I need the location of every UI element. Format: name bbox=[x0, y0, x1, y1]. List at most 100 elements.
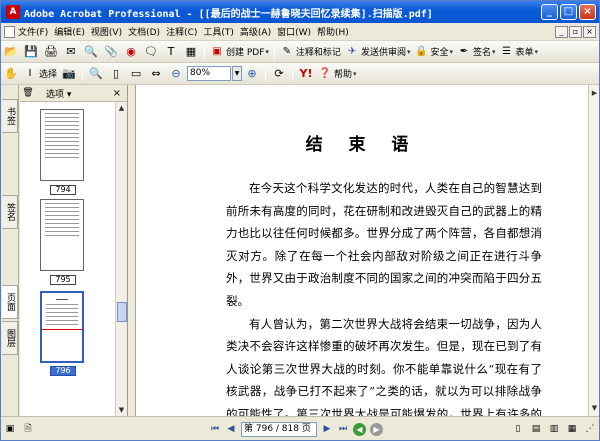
pane-splitter[interactable] bbox=[128, 85, 136, 416]
document-menu-icon[interactable] bbox=[4, 25, 15, 38]
save-icon[interactable]: 💾 bbox=[22, 43, 40, 61]
document-window-controls: _ ▫ × bbox=[555, 25, 596, 38]
security-button[interactable]: 🔒 安全 ▾ bbox=[412, 43, 455, 61]
menu-view[interactable]: 视图(V) bbox=[88, 25, 125, 38]
text-edit-icon[interactable]: T bbox=[162, 43, 180, 61]
zoom-tool-icon[interactable]: 🔍 bbox=[87, 65, 105, 83]
file-toolbar: 📂 💾 🖨 ✉ 🔍 📎 ◉ 🗨 T ▦ ▣ 创建 PDF ▾ ✎ 注释和标记 ✈ … bbox=[1, 41, 599, 63]
previous-page-icon[interactable]: ◀ bbox=[223, 421, 239, 437]
help-icon: ❓ bbox=[318, 68, 332, 79]
doc-close-button[interactable]: × bbox=[583, 25, 596, 38]
minimize-button[interactable]: _ bbox=[541, 4, 558, 20]
menu-advanced[interactable]: 高级(A) bbox=[237, 25, 274, 38]
page-thumbnail-selected[interactable] bbox=[40, 291, 84, 363]
page-view-icon[interactable]: ▣ bbox=[3, 422, 17, 436]
sign-button[interactable]: ✒ 签名 ▾ bbox=[455, 43, 498, 61]
continuous-icon[interactable]: ▤ bbox=[529, 422, 543, 436]
fit-page-icon[interactable]: ▭ bbox=[127, 65, 145, 83]
zoom-dropdown-icon[interactable]: ▼ bbox=[232, 66, 243, 81]
attach-icon[interactable]: 📎 bbox=[102, 43, 120, 61]
next-page-icon[interactable]: ▶ bbox=[319, 421, 335, 437]
snapshot-icon[interactable]: 📷 bbox=[60, 65, 78, 83]
create-pdf-button[interactable]: ▣ 创建 PDF ▾ bbox=[208, 43, 271, 61]
window-title: Adobe Acrobat Professional - [[最后的战士一赫鲁晓… bbox=[24, 8, 433, 20]
doc-restore-button[interactable]: ▫ bbox=[569, 25, 582, 38]
comment-icon: ✎ bbox=[282, 46, 292, 57]
rotate-view-icon[interactable]: ⟳ bbox=[270, 65, 288, 83]
fit-width-icon[interactable]: ⇔ bbox=[147, 65, 165, 83]
page-number-input[interactable]: 第 796 / 818 页 bbox=[241, 421, 317, 437]
text-cursor-icon: I bbox=[28, 68, 32, 79]
delete-page-icon[interactable]: 🗑 bbox=[21, 84, 35, 102]
last-page-icon[interactable]: ⏭ bbox=[335, 421, 351, 437]
tab-bookmarks[interactable]: 书签 bbox=[2, 99, 18, 133]
tab-signatures[interactable]: 签名 bbox=[2, 195, 18, 229]
navigation-tabs: 书签 签名 页面 图层 bbox=[1, 85, 19, 416]
scroll-up-icon[interactable]: ▶ bbox=[589, 87, 599, 99]
chevron-down-icon: ▾ bbox=[406, 47, 411, 56]
first-page-icon[interactable]: ⏮ bbox=[207, 421, 223, 437]
scrollbar-thumb[interactable] bbox=[117, 302, 127, 322]
options-button[interactable]: 选项 ▾ bbox=[46, 87, 71, 100]
comment-markup-button[interactable]: ✎ 注释和标记 bbox=[278, 43, 343, 61]
chevron-down-icon: ▾ bbox=[534, 47, 539, 56]
menu-document[interactable]: 文档(D) bbox=[125, 25, 163, 38]
callout-icon[interactable]: 🗨 bbox=[142, 43, 160, 61]
menu-bar: 文件(F) 编辑(E) 视图(V) 文档(D) 注释(C) 工具(T) 高级(A… bbox=[1, 23, 599, 41]
next-view-icon[interactable]: ▶ bbox=[370, 422, 383, 436]
send-review-icon: ✈ bbox=[347, 46, 357, 57]
search-icon[interactable]: 🔍 bbox=[82, 43, 100, 61]
send-review-button[interactable]: ✈ 发送供审阅 ▾ bbox=[343, 43, 413, 61]
tab-layers[interactable]: 图层 bbox=[2, 321, 18, 355]
stamp-icon[interactable]: ◉ bbox=[122, 43, 140, 61]
page-thumbnail[interactable] bbox=[40, 109, 84, 181]
chevron-down-icon: ▾ bbox=[449, 47, 453, 56]
yahoo-icon[interactable]: Y! bbox=[297, 65, 315, 83]
previous-view-icon[interactable]: ◀ bbox=[353, 422, 366, 436]
page-thumbnail[interactable] bbox=[40, 199, 84, 271]
forms-button[interactable]: ☰ 表单 ▾ bbox=[498, 43, 541, 61]
scroll-down-icon[interactable]: ▼ bbox=[116, 404, 127, 416]
menu-help[interactable]: 帮助(H) bbox=[314, 25, 352, 38]
title-bar[interactable]: A Adobe Acrobat Professional - [[最后的战士一赫… bbox=[1, 1, 599, 23]
menu-file[interactable]: 文件(F) bbox=[15, 25, 51, 38]
scroll-down-icon[interactable]: ▼ bbox=[589, 402, 599, 414]
resize-grip-icon[interactable]: ⋰ bbox=[583, 422, 597, 436]
single-page-icon[interactable]: ▯ bbox=[511, 422, 525, 436]
zoom-input[interactable]: 80% bbox=[187, 66, 232, 81]
menu-edit[interactable]: 编辑(E) bbox=[51, 25, 88, 38]
actual-size-icon[interactable]: ▯ bbox=[107, 65, 125, 83]
pen-icon: ✒ bbox=[459, 46, 469, 57]
facing-icon[interactable]: ▥ bbox=[547, 422, 561, 436]
page-label: 794 bbox=[50, 185, 76, 195]
open-folder-icon[interactable]: 📂 bbox=[2, 43, 20, 61]
help-button[interactable]: ❓ 帮助 ▾ bbox=[316, 65, 359, 83]
continuous-facing-icon[interactable]: ▦ bbox=[565, 422, 579, 436]
form-icon: ☰ bbox=[502, 46, 512, 57]
status-bar: ▣ 🗎 ⏮ ◀ 第 796 / 818 页 ▶ ⏭ ◀ ▶ ▯ ▤ ▥ ▦ ⋰ bbox=[1, 416, 599, 440]
chevron-down-icon: ▾ bbox=[353, 69, 357, 78]
organizer-icon[interactable]: ▦ bbox=[182, 43, 200, 61]
paragraph: 有人曾认为，第二次世界大战将会结束一切战争，因为人类决不会容许这样惨重的破坏再次… bbox=[226, 316, 542, 416]
close-pane-icon[interactable]: × bbox=[113, 88, 121, 99]
pages-pane-header: 🗑 选项 ▾ × bbox=[20, 85, 127, 102]
select-tool-button[interactable]: I 选择 bbox=[21, 65, 59, 83]
document-icon[interactable]: 🗎 bbox=[21, 422, 35, 436]
document-page: 结 束 语 在今天这个科学文化发达的时代，人类在自己的智慧达到前所未有高度的同时… bbox=[136, 85, 588, 416]
menu-tools[interactable]: 工具(T) bbox=[200, 25, 237, 38]
print-icon[interactable]: 🖨 bbox=[42, 43, 60, 61]
tab-pages[interactable]: 页面 bbox=[2, 285, 18, 319]
pages-pane-scrollbar[interactable]: ▲ ▼ bbox=[115, 102, 127, 416]
zoom-out-icon[interactable]: ⊖ bbox=[167, 65, 185, 83]
email-icon[interactable]: ✉ bbox=[62, 43, 80, 61]
doc-minimize-button[interactable]: _ bbox=[555, 25, 568, 38]
menu-window[interactable]: 窗口(W) bbox=[274, 25, 314, 38]
close-button[interactable]: × bbox=[579, 4, 596, 20]
hand-tool-icon[interactable]: ✋ bbox=[2, 65, 20, 83]
zoom-in-icon[interactable]: ⊕ bbox=[243, 65, 261, 83]
document-vertical-scrollbar[interactable]: ▶ ▼ bbox=[588, 85, 599, 416]
maximize-button[interactable]: □ bbox=[560, 4, 577, 20]
scroll-up-icon[interactable]: ▲ bbox=[116, 102, 127, 114]
chevron-down-icon: ▾ bbox=[492, 47, 496, 56]
menu-comments[interactable]: 注释(C) bbox=[163, 25, 200, 38]
